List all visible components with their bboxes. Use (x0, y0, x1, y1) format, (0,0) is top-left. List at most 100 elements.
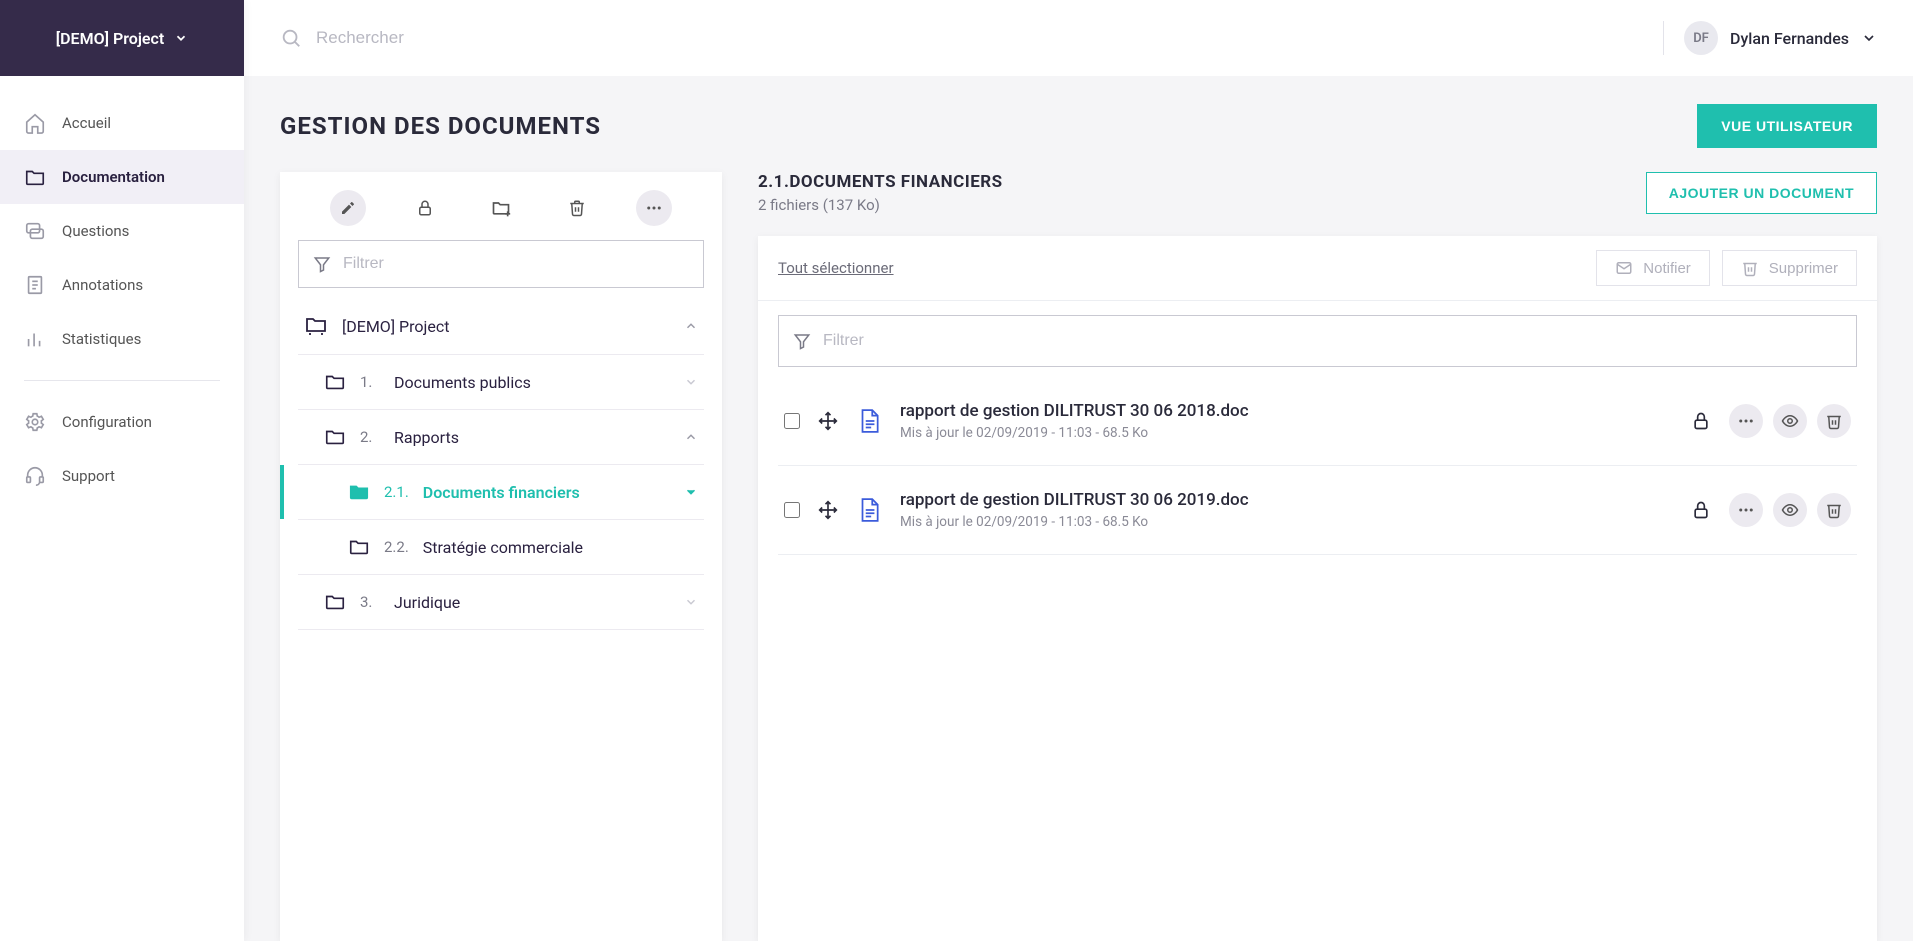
project-switcher[interactable]: [DEMO] Project (0, 0, 244, 76)
topbar: DF Dylan Fernandes (244, 0, 1913, 76)
tree-root-label: [DEMO] Project (342, 317, 670, 336)
gear-icon (24, 411, 46, 433)
tree-panel: [DEMO] Project 1. Documents publics 2. (280, 172, 722, 941)
nav-item-support[interactable]: Support (0, 449, 244, 503)
add-document-button[interactable]: AJOUTER UN DOCUMENT (1646, 172, 1877, 214)
doc-row: rapport de gestion DILITRUST 30 06 2019.… (778, 466, 1857, 555)
doc-meta: Mis à jour le 02/09/2019 - 11:03 - 68.5 … (900, 514, 1673, 530)
search-icon (280, 27, 302, 49)
doc-icon (856, 408, 882, 434)
tree-item-rapports[interactable]: 2. Rapports (298, 410, 704, 465)
search-input[interactable] (316, 28, 716, 48)
folder-icon (348, 481, 370, 503)
tree-scroll[interactable]: [DEMO] Project 1. Documents publics 2. (280, 240, 722, 941)
docs-scroll[interactable]: rapport de gestion DILITRUST 30 06 2018.… (758, 301, 1877, 941)
select-all-link[interactable]: Tout sélectionner (778, 259, 894, 277)
main: DF Dylan Fernandes GESTION DES DOCUMENTS… (244, 0, 1913, 941)
lock-icon[interactable] (1691, 500, 1711, 520)
delete-label: Supprimer (1769, 260, 1838, 277)
nav-item-statistiques[interactable]: Statistiques (0, 312, 244, 366)
doc-name: rapport de gestion DILITRUST 30 06 2018.… (900, 401, 1673, 421)
move-icon[interactable] (818, 411, 838, 431)
nav-item-annotations[interactable]: Annotations (0, 258, 244, 312)
nav-item-questions[interactable]: Questions (0, 204, 244, 258)
nav-divider (24, 380, 220, 381)
doc-view-button[interactable] (1773, 404, 1807, 438)
chevron-down-icon (1861, 30, 1877, 46)
more-button[interactable] (636, 190, 672, 226)
tree-root[interactable]: [DEMO] Project (298, 298, 704, 355)
dots-icon (1737, 412, 1755, 430)
tree-item-juridique[interactable]: 3. Juridique (298, 575, 704, 630)
tree-item-documents-financiers[interactable]: 2.1. Documents financiers (298, 465, 704, 520)
folder-icon (348, 536, 370, 558)
doc-view-button[interactable] (1773, 493, 1807, 527)
doc-icon (856, 497, 882, 523)
tree-item-num: 2. (360, 428, 380, 446)
tree-item-label: Documents publics (394, 373, 670, 392)
tree-item-num: 1. (360, 373, 380, 391)
nav-label: Configuration (62, 413, 152, 431)
nav-label: Annotations (62, 276, 143, 294)
lock-button[interactable] (407, 190, 443, 226)
chevron-down-icon (684, 375, 698, 389)
move-icon[interactable] (818, 500, 838, 520)
chevron-down-icon (684, 595, 698, 609)
doc-meta: Mis à jour le 02/09/2019 - 11:03 - 68.5 … (900, 425, 1673, 441)
doc-delete-button[interactable] (1817, 493, 1851, 527)
doc-more-button[interactable] (1729, 404, 1763, 438)
eye-icon (1781, 412, 1799, 430)
headset-icon (24, 465, 46, 487)
dots-icon (645, 199, 663, 217)
tree-item-num: 2.2. (384, 538, 409, 556)
add-folder-button[interactable] (483, 190, 519, 226)
tree-item-strategie-commerciale[interactable]: 2.2. Stratégie commerciale (298, 520, 704, 575)
nav-label: Support (62, 467, 115, 485)
tree-item-num: 3. (360, 593, 380, 611)
bar-chart-icon (24, 328, 46, 350)
delete-folder-button[interactable] (559, 190, 595, 226)
tree-item-label: Documents financiers (423, 483, 670, 502)
edit-button[interactable] (330, 190, 366, 226)
tree-item-documents-publics[interactable]: 1. Documents publics (298, 355, 704, 410)
nav-item-documentation[interactable]: Documentation (0, 150, 244, 204)
filter-icon (793, 332, 811, 350)
filter-icon (313, 255, 331, 273)
docs-filter-input[interactable] (823, 332, 1842, 350)
user-menu[interactable]: DF Dylan Fernandes (1684, 21, 1877, 55)
folder-icon (324, 426, 346, 448)
docs-title-block: 2.1.DOCUMENTS FINANCIERS 2 fichiers (137… (758, 172, 1003, 214)
tree-filter-input[interactable] (343, 255, 689, 273)
mail-icon (1615, 259, 1633, 277)
doc-checkbox[interactable] (784, 502, 800, 518)
doc-delete-button[interactable] (1817, 404, 1851, 438)
doc-more-button[interactable] (1729, 493, 1763, 527)
doc-name: rapport de gestion DILITRUST 30 06 2019.… (900, 490, 1673, 510)
page-title: GESTION DES DOCUMENTS (280, 112, 601, 140)
nav-item-accueil[interactable]: Accueil (0, 96, 244, 150)
pencil-icon (340, 200, 356, 216)
lock-icon[interactable] (1691, 411, 1711, 431)
folder-plus-icon (491, 198, 511, 218)
view-user-button[interactable]: VUE UTILISATEUR (1697, 104, 1877, 148)
chat-icon (24, 220, 46, 242)
tree-filter (298, 240, 704, 288)
user-name: Dylan Fernandes (1730, 29, 1849, 48)
nav-label: Questions (62, 222, 129, 240)
docs-topbar: Tout sélectionner Notifier Supprimer (758, 236, 1877, 301)
home-icon (24, 112, 46, 134)
doc-actions (1729, 493, 1851, 527)
lock-icon (416, 199, 434, 217)
trash-icon (1825, 412, 1843, 430)
trash-icon (1741, 259, 1759, 277)
trash-icon (568, 199, 586, 217)
nav-item-configuration[interactable]: Configuration (0, 395, 244, 449)
doc-checkbox[interactable] (784, 413, 800, 429)
docs-filter (778, 315, 1857, 367)
chevron-down-icon (174, 31, 188, 45)
doc-row: rapport de gestion DILITRUST 30 06 2018.… (778, 377, 1857, 466)
delete-button[interactable]: Supprimer (1722, 250, 1857, 286)
notify-button[interactable]: Notifier (1596, 250, 1710, 286)
topbar-divider (1663, 21, 1664, 55)
folder-icon (24, 166, 46, 188)
